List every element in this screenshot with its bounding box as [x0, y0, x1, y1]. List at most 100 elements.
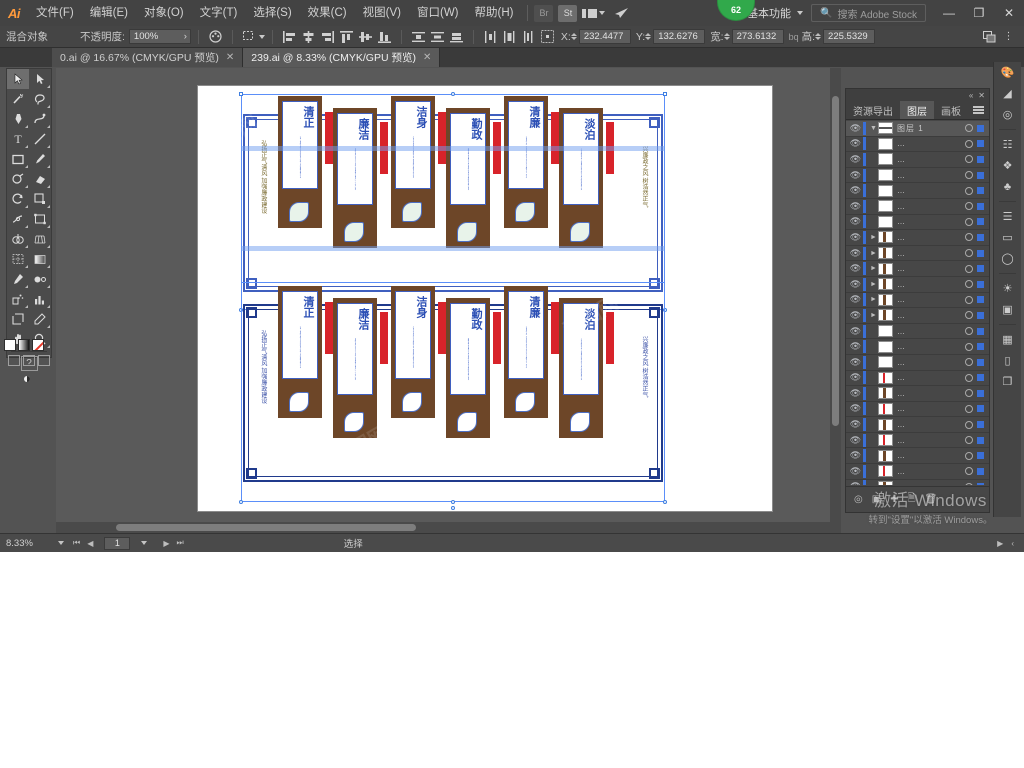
target-circle-icon[interactable]	[965, 295, 973, 304]
close-icon[interactable]: ✕	[226, 52, 234, 63]
layer-name[interactable]: …	[897, 186, 965, 195]
chevron-right-icon[interactable]: ►	[869, 265, 878, 272]
visibility-eye-icon[interactable]: 👁	[848, 248, 863, 259]
selection-indicator[interactable]	[977, 405, 984, 413]
menu-select[interactable]: 选择(S)	[245, 0, 299, 26]
symbols-panel-icon[interactable]: ♣	[994, 176, 1021, 197]
screen-mode-full-icon[interactable]	[22, 355, 35, 366]
target-circle-icon[interactable]	[965, 342, 973, 351]
visibility-eye-icon[interactable]: 👁	[848, 481, 863, 485]
visibility-eye-icon[interactable]: 👁	[848, 294, 863, 305]
layer-name[interactable]: 图层 1	[897, 123, 965, 134]
scale-tool[interactable]	[29, 189, 51, 209]
layer-name[interactable]: …	[897, 233, 965, 242]
paintbrush-tool[interactable]	[29, 149, 51, 169]
graphic-styles-panel-icon[interactable]: ☀	[994, 278, 1021, 299]
selection-indicator[interactable]	[977, 140, 984, 148]
chevron-right-icon[interactable]: ►	[869, 234, 878, 241]
target-circle-icon[interactable]	[965, 155, 973, 164]
lasso-tool[interactable]	[29, 89, 51, 109]
visibility-eye-icon[interactable]: 👁	[848, 216, 863, 227]
screen-mode-presentation-icon[interactable]	[38, 355, 51, 366]
layer-name[interactable]: …	[897, 373, 965, 382]
visibility-eye-icon[interactable]: 👁	[848, 201, 863, 212]
align-top-icon[interactable]	[338, 29, 355, 45]
scrollbar-thumb[interactable]	[832, 96, 839, 426]
layer-row[interactable]: 👁 ► …	[846, 230, 989, 246]
visibility-eye-icon[interactable]: 👁	[848, 232, 863, 243]
layer-name[interactable]: …	[897, 436, 965, 445]
eraser-tool[interactable]	[29, 169, 51, 189]
status-play-icon[interactable]: ▶	[997, 539, 1003, 548]
eyedropper-tool[interactable]	[7, 269, 29, 289]
target-circle-icon[interactable]	[965, 420, 973, 429]
layer-name[interactable]: …	[897, 155, 965, 164]
visibility-eye-icon[interactable]: 👁	[848, 310, 863, 321]
layer-name[interactable]: …	[897, 171, 965, 180]
distribute-bottom-icon[interactable]	[448, 29, 465, 45]
height-spinner[interactable]	[815, 33, 822, 40]
collapse-icon[interactable]: «	[969, 91, 973, 100]
opacity-arrow-icon[interactable]: ›	[184, 30, 187, 43]
target-circle-icon[interactable]	[965, 436, 973, 445]
target-circle-icon[interactable]	[965, 358, 973, 367]
target-circle-icon[interactable]	[965, 373, 973, 382]
layer-row[interactable]: 👁…	[846, 448, 989, 465]
selection-indicator[interactable]	[977, 467, 984, 475]
none-swatch[interactable]	[32, 339, 44, 351]
canvas-vertical-scrollbar[interactable]	[830, 68, 841, 533]
close-button[interactable]: ✕	[994, 0, 1024, 26]
layer-row[interactable]: 👁 ►…	[846, 261, 989, 277]
bridge-icon[interactable]: Br	[534, 4, 554, 22]
align-center-horizontal-icon[interactable]	[300, 29, 317, 45]
document-tab-1[interactable]: 239.ai @ 8.33% (CMYK/GPU 预览) ✕	[243, 48, 441, 67]
target-circle-icon[interactable]	[965, 217, 973, 226]
rotate-tool[interactable]	[7, 189, 29, 209]
selection-indicator[interactable]	[977, 389, 984, 397]
appearance-panel-icon[interactable]: ◯	[994, 248, 1021, 269]
selection-indicator[interactable]	[977, 265, 984, 273]
layer-row[interactable]: 👁…	[846, 168, 989, 184]
selection-indicator[interactable]	[977, 249, 984, 257]
screen-mode-normal-icon[interactable]	[7, 355, 20, 366]
artboard-chevron-down-icon[interactable]	[141, 541, 148, 545]
layer-row[interactable]: 👁…	[846, 417, 989, 433]
layer-name[interactable]: …	[897, 327, 965, 336]
layer-row[interactable]: 👁…	[846, 480, 989, 485]
stock-icon[interactable]: St	[558, 4, 578, 22]
select-similar-icon[interactable]	[241, 29, 258, 45]
selection-handle[interactable]	[663, 500, 667, 504]
zoom-chevron-down-icon[interactable]	[58, 541, 64, 545]
visibility-eye-icon[interactable]: 👁	[848, 466, 863, 477]
layer-row[interactable]: 👁…	[846, 215, 989, 231]
selection-handle[interactable]	[451, 500, 455, 504]
layer-row[interactable]: 👁…	[846, 402, 989, 418]
menu-file[interactable]: 文件(F)	[28, 0, 82, 26]
visibility-eye-icon[interactable]: 👁	[848, 450, 863, 461]
layer-name[interactable]: …	[897, 420, 965, 429]
visibility-eye-icon[interactable]: 👁	[848, 357, 863, 368]
selection-indicator[interactable]	[977, 311, 984, 319]
layer-name[interactable]: …	[897, 451, 965, 460]
visibility-eye-icon[interactable]: 👁	[848, 123, 863, 134]
gradient-swatch[interactable]	[18, 339, 30, 351]
layer-row[interactable]: 👁…	[846, 324, 989, 340]
menu-effect[interactable]: 效果(C)	[300, 0, 355, 26]
target-circle-icon[interactable]	[965, 467, 973, 476]
arrange-chevron-down-icon[interactable]	[598, 11, 605, 15]
layer-name[interactable]: …	[897, 249, 965, 258]
distribute-left-icon[interactable]	[482, 29, 499, 45]
first-artboard-icon[interactable]: ⏮	[73, 538, 80, 548]
close-icon[interactable]: ✕	[423, 52, 431, 63]
prev-artboard-icon[interactable]: ◀	[87, 539, 93, 548]
target-circle-icon[interactable]	[965, 139, 973, 148]
distribute-center-icon[interactable]	[429, 29, 446, 45]
target-circle-icon[interactable]	[965, 264, 973, 273]
selection-bounds-top[interactable]	[241, 94, 665, 310]
menu-object[interactable]: 对象(O)	[136, 0, 192, 26]
chevron-right-icon[interactable]: ►	[869, 296, 878, 303]
magic-wand-tool[interactable]	[7, 89, 29, 109]
tab-artboards[interactable]: 画板	[934, 101, 968, 119]
layer-row[interactable]: 👁…	[846, 339, 989, 355]
share-icon[interactable]	[613, 5, 630, 21]
